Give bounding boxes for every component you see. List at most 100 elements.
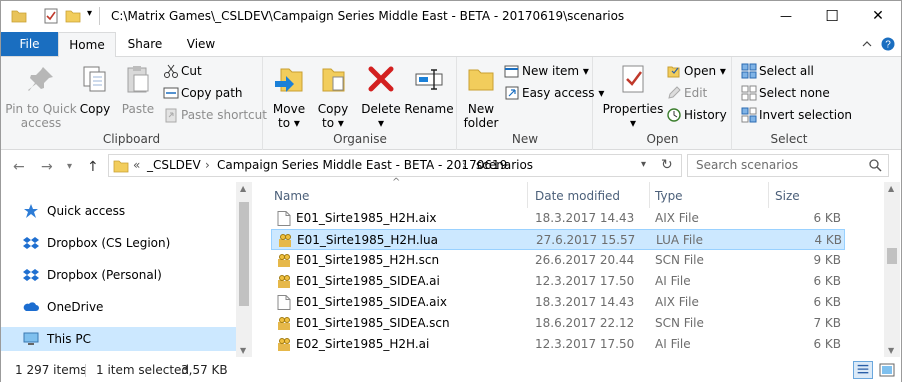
collapse-ribbon-icon[interactable] [862, 40, 872, 48]
file-name: E01_Sirte1985_H2H.scn [296, 253, 440, 267]
minimize-button[interactable]: — [763, 1, 809, 31]
file-row[interactable]: E01_Sirte1985_SIDEA.aix 18.3.2017 14.43 AI… [271, 292, 845, 313]
script-file-icon [278, 317, 290, 330]
script-file-icon [278, 338, 290, 351]
help-icon[interactable]: ? [881, 37, 895, 51]
delete-label-line1: Delete [361, 102, 401, 116]
copy-button[interactable]: Copy [75, 63, 115, 116]
star-icon [24, 204, 38, 218]
select-none-icon [741, 85, 757, 101]
address-bar[interactable]: « _CSLDEV › Campaign Series Middle East … [108, 154, 682, 177]
file-name: E01_Sirte1985_SIDEA.aix [296, 295, 447, 309]
file-size: 6 KB [813, 274, 841, 288]
properties-button[interactable]: Properties ▾ [602, 63, 664, 130]
copy-path-label: Copy path [181, 86, 243, 100]
details-view-icon[interactable] [853, 361, 873, 379]
forward-arrow-icon[interactable]: → [41, 159, 53, 175]
tab-view[interactable]: View [175, 32, 227, 56]
file-date-modified: 26.6.2017 20.44 [535, 253, 635, 267]
close-button[interactable]: ✕ [855, 1, 901, 31]
refresh-icon[interactable]: ↻ [661, 157, 673, 173]
new-folder-quick-icon[interactable] [65, 8, 81, 24]
file-date-modified: 18.3.2017 14.43 [535, 295, 635, 309]
select-all-label: Select all [759, 64, 814, 78]
search-input[interactable]: Search scenarios [687, 154, 889, 177]
nav-item-onedrive[interactable]: OneDrive [1, 295, 236, 319]
file-list-scroll-thumb[interactable] [887, 248, 897, 264]
edit-label: Edit [684, 86, 708, 100]
properties-quick-icon[interactable] [43, 8, 59, 24]
file-name: E01_Sirte1985_H2H.aix [296, 211, 437, 225]
nav-item-dropbox-personal[interactable]: Dropbox (Personal) [1, 263, 236, 287]
file-row[interactable]: E01_Sirte1985_H2H.aix 18.3.2017 14.43 AIX … [271, 208, 845, 229]
file-row[interactable]: E01_Sirte1985_SIDEA.ai 12.3.2017 17.50 AI … [271, 271, 845, 292]
search-placeholder: Search scenarios [696, 158, 799, 172]
file-list: ^ Name Date modified Type Size E01_Sirte… [253, 177, 901, 357]
column-header-name[interactable]: Name [274, 189, 309, 203]
new-item-icon [504, 65, 519, 78]
open-group: Properties ▾ Open ▾ Edit History Open [594, 57, 732, 150]
move-to-label-line1: Move [272, 102, 306, 116]
breadcrumb-scenarios[interactable]: scenarios [476, 158, 533, 172]
column-header-type[interactable]: Type [655, 189, 683, 203]
delete-button[interactable]: Delete ▾ [360, 63, 402, 130]
nav-item-this-pc[interactable]: This PC [1, 327, 236, 351]
column-divider[interactable] [649, 182, 650, 208]
file-row[interactable]: E02_Sirte1985_H2H.ai 12.3.2017 17.50 AI Fi… [271, 334, 845, 355]
organise-group: Move to ▾ Copy to ▾ Delete ▾ Rename Orga… [264, 57, 457, 150]
rename-button[interactable]: Rename [404, 63, 454, 116]
nav-pane-scrollbar[interactable]: ▲ ▼ [236, 182, 252, 357]
scroll-up-icon[interactable]: ▲ [888, 184, 894, 193]
easy-access-icon [505, 86, 519, 100]
maximize-button[interactable]: ☐ [809, 1, 855, 31]
file-row[interactable]: E01_Sirte1985_H2H.scn 26.6.2017 20.44 SCN … [271, 250, 845, 271]
pin-quick-access-button[interactable]: Pin to Quick access [5, 63, 77, 130]
scroll-down-icon[interactable]: ▼ [240, 346, 246, 355]
edit-icon [668, 86, 681, 99]
file-row[interactable]: E01_Sirte1985_SIDEA.scn 18.6.2017 22.12 SC… [271, 313, 845, 334]
nav-pane-scroll-thumb[interactable] [239, 202, 249, 306]
address-history-chevron-icon[interactable]: ▾ [641, 159, 646, 170]
file-list-scrollbar[interactable]: ▲ ▼ [884, 182, 900, 357]
file-row[interactable]: E01_Sirte1985_H2H.lua 27.6.2017 15.57 LUA … [271, 229, 845, 250]
customize-quick-access-icon[interactable]: ▾ [87, 8, 92, 19]
tab-share[interactable]: Share [119, 32, 171, 56]
move-to-label-line2: to ▾ [278, 116, 300, 130]
properties-label-line1: Properties [602, 102, 664, 116]
invert-selection-label: Invert selection [759, 108, 853, 122]
move-to-button[interactable]: Move to ▾ [268, 63, 310, 130]
copy-to-button[interactable]: Copy to ▾ [312, 63, 354, 130]
up-arrow-icon[interactable]: ↑ [87, 159, 99, 175]
script-file-icon [279, 234, 291, 247]
clipboard-group-label: Clipboard [102, 132, 161, 146]
dropbox-icon [23, 237, 39, 249]
breadcrumb-separator[interactable]: › [205, 158, 210, 172]
scroll-down-icon[interactable]: ▼ [888, 346, 894, 355]
column-divider[interactable] [768, 182, 769, 208]
organise-group-label: Organise [333, 132, 387, 146]
column-header-size[interactable]: Size [775, 189, 800, 203]
nav-item-dropbox-cs-legion[interactable]: Dropbox (CS Legion) [1, 231, 236, 255]
tab-file[interactable]: File [1, 32, 58, 56]
properties-label-line2: ▾ [629, 116, 637, 130]
large-icons-view-icon[interactable] [877, 361, 897, 379]
file-size: 7 KB [813, 316, 841, 330]
file-date-modified: 18.3.2017 14.43 [535, 211, 635, 225]
file-icon [277, 295, 291, 310]
scroll-up-icon[interactable]: ▲ [240, 184, 246, 193]
breadcrumb-csldev[interactable]: _CSLDEV [147, 158, 201, 172]
nav-item-quick-access[interactable]: Quick access [1, 199, 236, 223]
rename-icon [415, 69, 443, 90]
new-folder-button[interactable]: New folder [462, 63, 500, 130]
search-icon[interactable] [869, 159, 882, 172]
back-arrow-icon[interactable]: ← [13, 159, 25, 175]
tab-home[interactable]: Home [58, 32, 116, 57]
status-bar: 1 297 items 1 item selected 3,57 KB [1, 358, 901, 382]
breadcrumb-separator[interactable]: › [462, 158, 467, 172]
paste-button[interactable]: Paste [118, 63, 158, 116]
recent-locations-chevron-icon[interactable]: ▾ [67, 161, 72, 172]
column-header-date-modified[interactable]: Date modified [535, 189, 620, 203]
address-overflow-chevron[interactable]: « [133, 158, 140, 172]
file-type: LUA File [656, 233, 703, 247]
column-divider[interactable] [527, 182, 528, 208]
